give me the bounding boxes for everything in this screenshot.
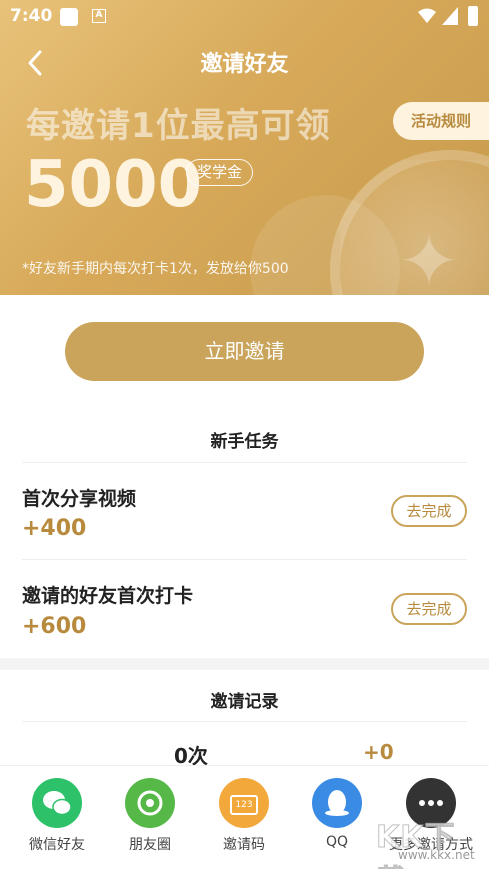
share-invite-code[interactable]: 123 邀请码 [199,778,289,854]
share-label: 邀请码 [223,837,265,853]
star-icon: ✦ [398,219,460,295]
divider [22,559,467,560]
hero-amount: 5000 [24,148,203,222]
share-label: 微信好友 [29,837,85,853]
share-label: 朋友圈 [129,837,171,853]
activity-rules-button[interactable]: 活动规则 [393,102,489,140]
task-reward: +400 [22,516,87,541]
share-wechat[interactable]: 微信好友 [12,778,102,854]
task-reward: +600 [22,614,87,639]
status-bar: 7:40 A [0,0,489,34]
page-title: 邀请好友 [200,52,289,77]
section-gap [0,658,489,670]
signal-icon [442,7,458,25]
qq-icon [312,778,362,828]
battery-icon [468,6,478,26]
task-name: 首次分享视频 [22,488,137,510]
complete-task-button[interactable]: 去完成 [391,495,467,527]
hero-headline: 每邀请1位最高可领 [26,106,331,146]
share-label: QQ [325,834,349,850]
records-title: 邀请记录 [210,692,279,712]
wifi-icon [418,8,436,23]
a-icon: A [92,9,106,23]
divider [22,721,467,722]
watermark: KK下载 www.kkx.net [370,812,485,869]
scholarship-badge: 奖学金 [186,159,254,186]
share-qq[interactable]: QQ [292,778,382,850]
ticket-icon: 123 [219,778,269,828]
tasks-title: 新手任务 [210,432,279,452]
status-time: 7:40 [10,6,53,26]
hero-note: *好友新手期内每次打卡1次，发放给你500 [22,261,289,277]
invite-now-button[interactable]: 立即邀请 [65,322,424,381]
notification-icon [60,8,78,26]
task-name: 邀请的好友首次打卡 [22,585,194,607]
complete-task-button[interactable]: 去完成 [391,593,467,625]
divider [22,462,467,463]
watermark-url: www.kkx.net [398,848,475,862]
invite-bonus: +0 [363,740,394,764]
hero-banner: ✦ 7:40 A 邀请好友 每邀请1位最高可领 5000 奖学金 活动规则 *好… [0,0,489,295]
share-moments[interactable]: 朋友圈 [105,778,195,854]
moments-icon [125,778,175,828]
wechat-icon [32,778,82,828]
